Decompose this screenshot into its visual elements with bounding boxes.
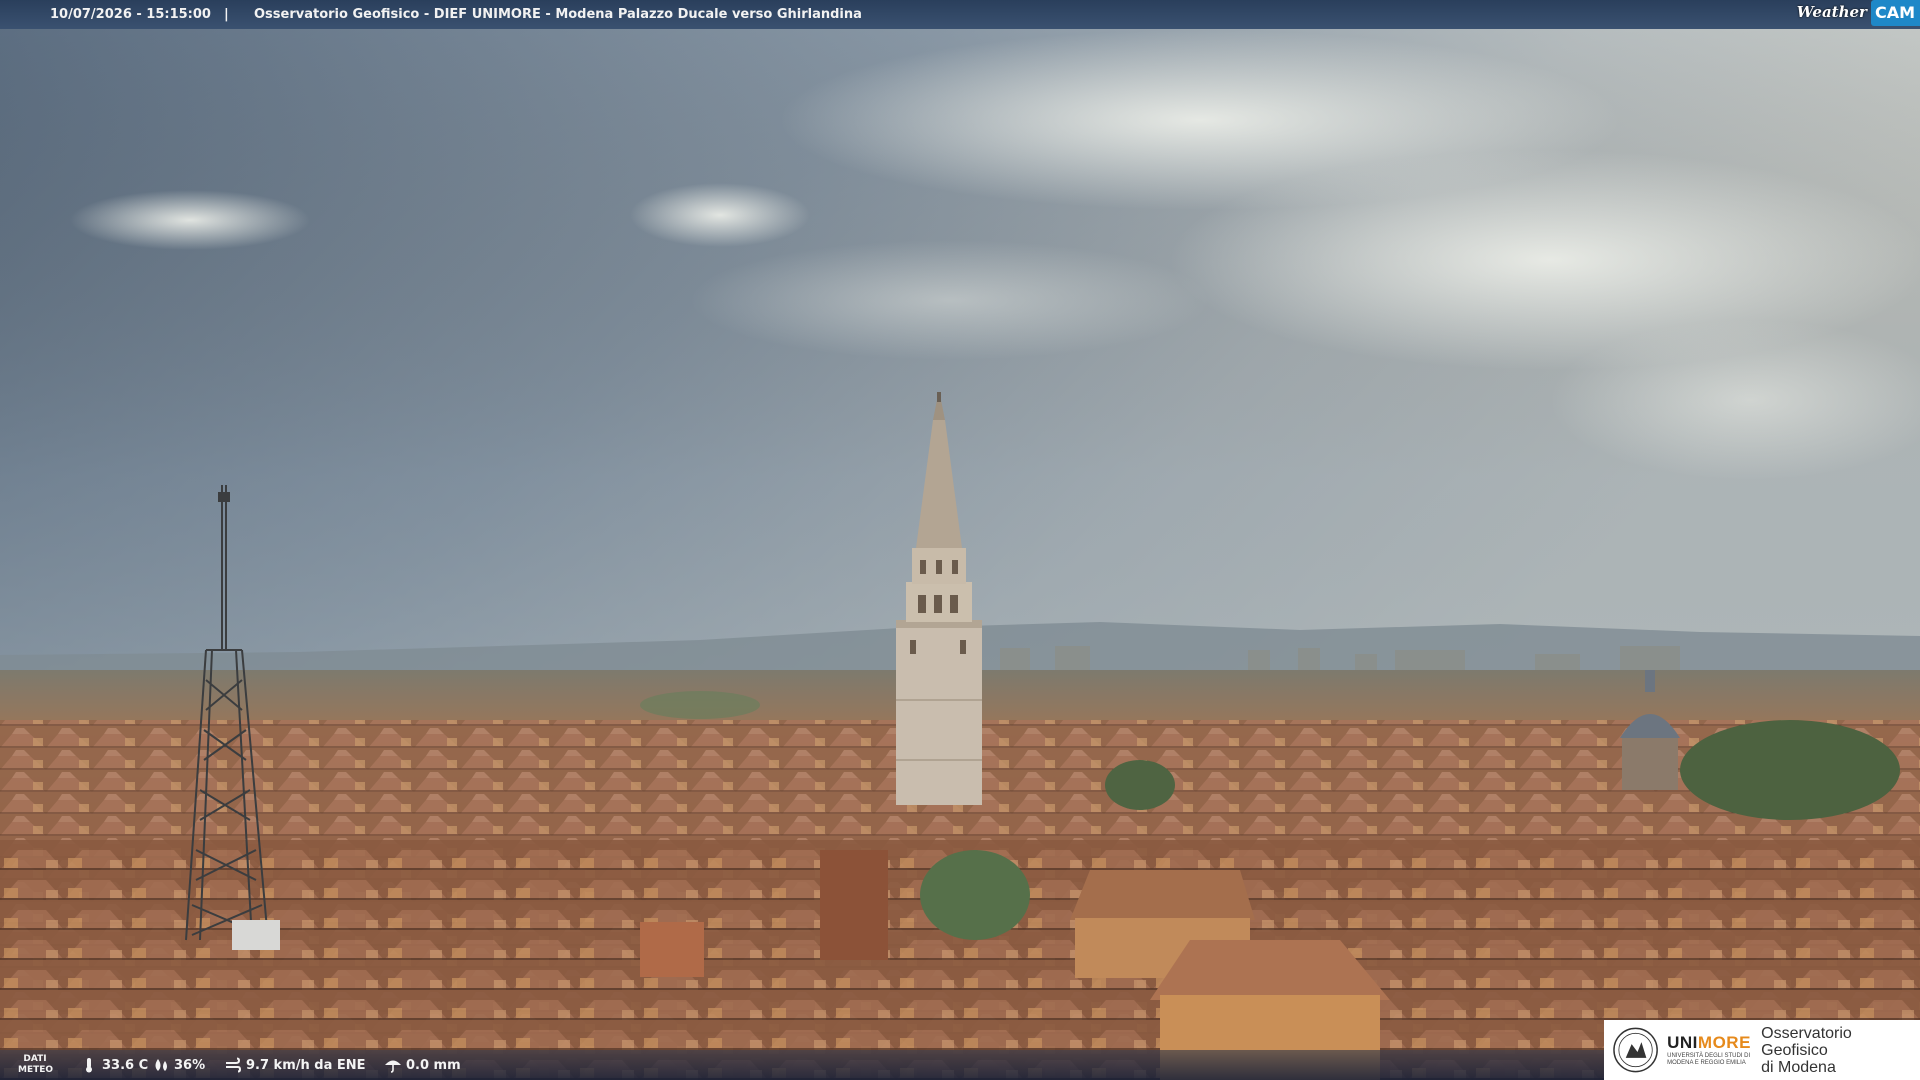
weather-data-bar: DATI METEO 33.6 C 36% 9.7 km/h da ENE 0.… [0, 1050, 1604, 1080]
wind-reading: 9.7 km/h da ENE [224, 1057, 366, 1073]
humidity-value: 36% [174, 1057, 206, 1073]
camera-title: Osservatorio Geofisico - DIEF UNIMORE - … [254, 7, 862, 22]
weathercam-cam-text: CAM [1870, 0, 1920, 26]
webcam-scene [0, 0, 1920, 1080]
unimore-wordmark: UNIMORE UNIVERSITÀ DEGLI STUDI DI MODENA… [1667, 1033, 1751, 1067]
weather-data-label: DATI METEO [18, 1054, 54, 1075]
unimore-logo: UNIMORE UNIVERSITÀ DEGLI STUDI DI MODENA… [1604, 1020, 1920, 1080]
caption-bar: 10/07/2026 - 15:15:00 | Osservatorio Geo… [0, 0, 1920, 29]
weathercam-logo: Weather CAM [1793, 0, 1920, 26]
caption-separator: | [224, 7, 229, 22]
temperature-value: 33.6 C [102, 1057, 149, 1073]
humidity-drops-icon [155, 1059, 167, 1071]
wind-value: 9.7 km/h da ENE [246, 1057, 366, 1073]
thermometer-icon [86, 1058, 92, 1073]
university-full-name: UNIVERSITÀ DEGLI STUDI DI MODENA E REGGI… [1667, 1053, 1751, 1066]
rain-umbrella-icon [385, 1060, 401, 1073]
university-seal-icon [1613, 1027, 1658, 1073]
timestamp: 10/07/2026 - 15:15:00 [50, 7, 211, 22]
uni-suffix: MORE [1697, 1033, 1751, 1052]
humidity-reading: 36% [152, 1057, 205, 1073]
rain-value: 0.0 mm [406, 1057, 461, 1073]
weathercam-weather-text: Weather [1796, 3, 1867, 21]
wind-icon [226, 1057, 242, 1073]
temperature-reading: 33.6 C [80, 1057, 148, 1073]
rain-reading: 0.0 mm [384, 1057, 461, 1073]
uni-prefix: UNI [1667, 1033, 1698, 1052]
observatory-name: Osservatorio Geofisico di Modena [1761, 1024, 1852, 1076]
